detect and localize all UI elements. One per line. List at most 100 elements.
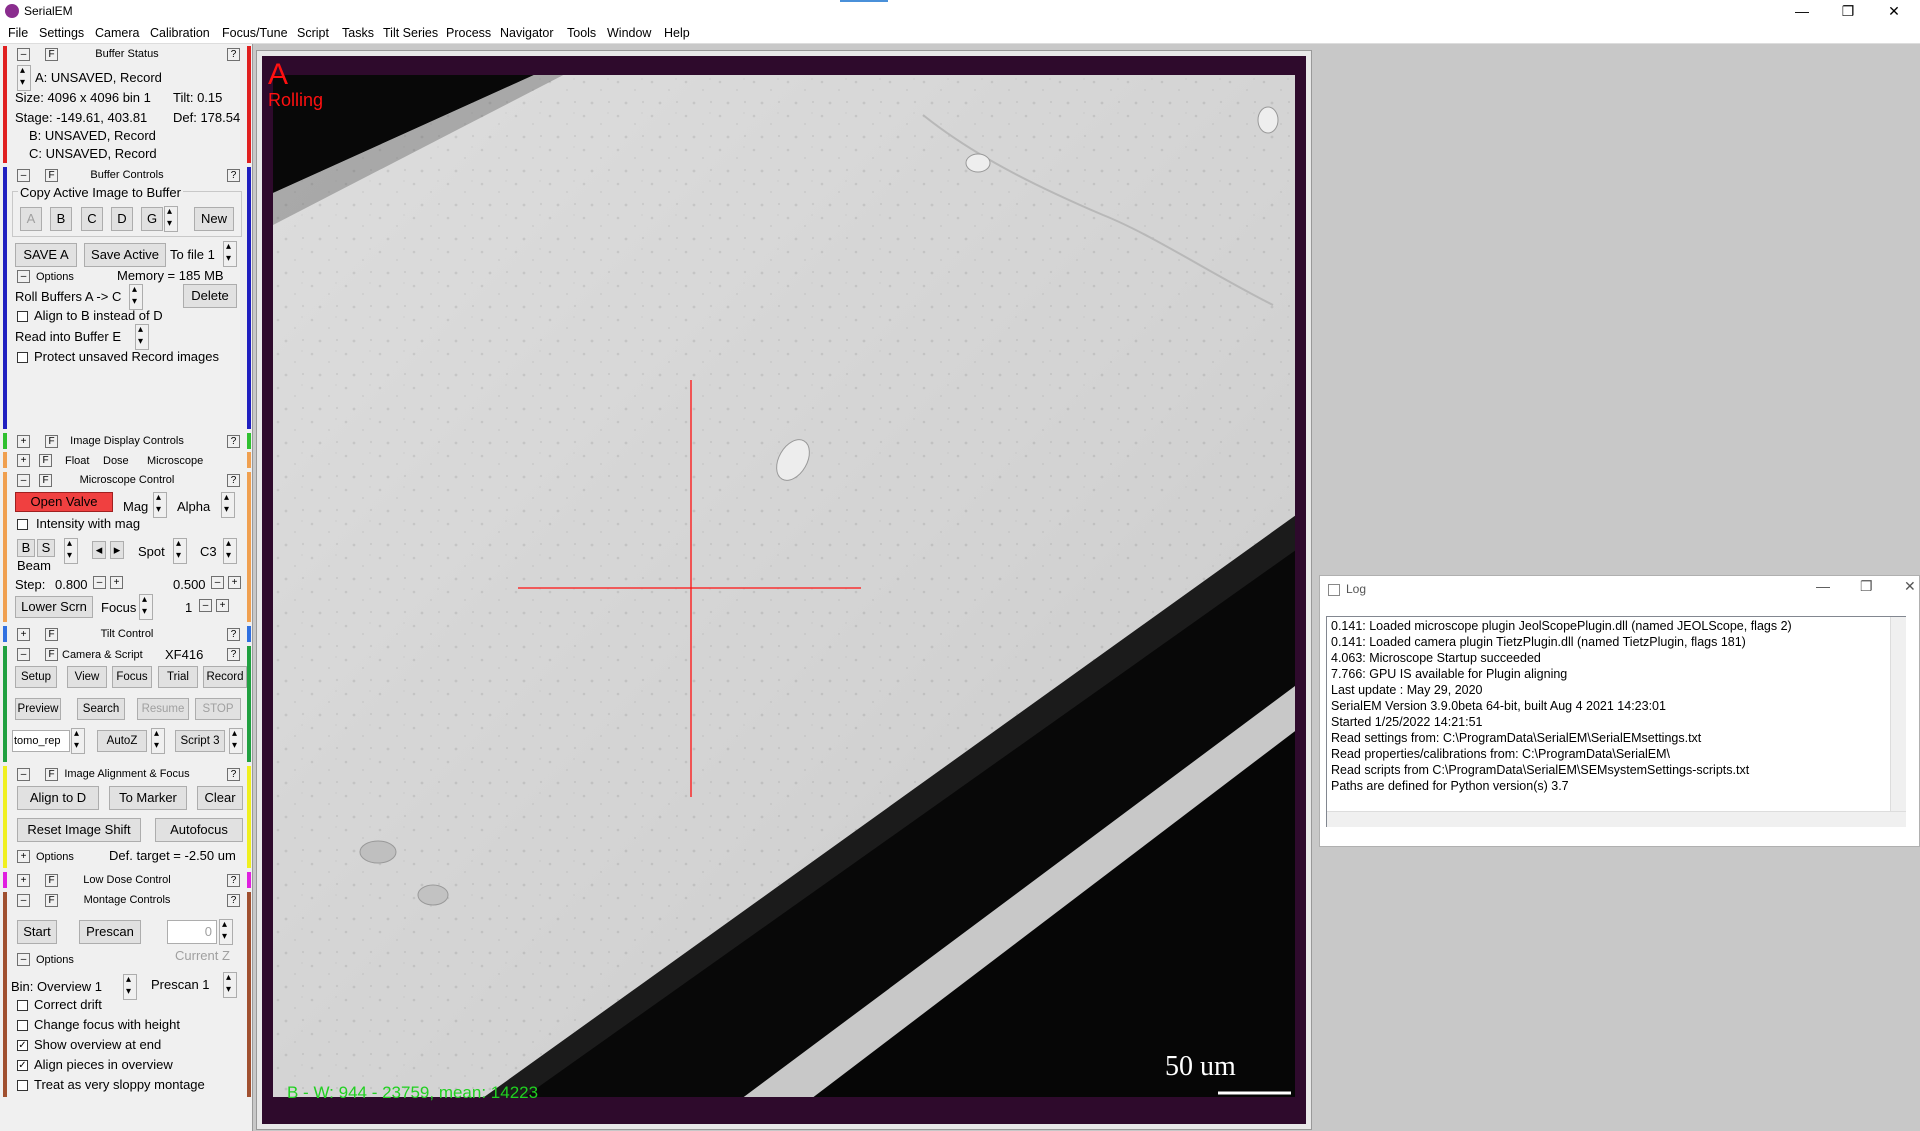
new-buffer-button[interactable]: New — [194, 207, 234, 231]
menu-file[interactable]: File — [8, 26, 28, 40]
copy-b-button[interactable]: B — [50, 207, 72, 231]
beam-b-button[interactable]: B — [17, 539, 35, 557]
expand-button[interactable]: + — [17, 435, 30, 448]
menu-settings[interactable]: Settings — [39, 26, 84, 40]
copy-c-button[interactable]: C — [81, 207, 103, 231]
resume-button[interactable]: Resume — [137, 698, 189, 720]
float-button[interactable]: F — [45, 48, 58, 61]
close-button[interactable]: ✕ — [1872, 0, 1916, 22]
float-button[interactable]: F — [39, 454, 52, 467]
log-close-button[interactable]: ✕ — [1904, 578, 1916, 595]
autoz-spinner[interactable] — [151, 728, 165, 754]
restore-button[interactable]: ❐ — [1826, 0, 1870, 22]
focus-step-increase-button[interactable]: + — [216, 599, 229, 612]
menu-camera[interactable]: Camera — [95, 26, 139, 40]
current-z-spinner[interactable] — [219, 919, 233, 945]
intensity-mag-checkbox[interactable] — [17, 519, 28, 530]
float-button[interactable]: F — [45, 628, 58, 641]
help-button[interactable]: ? — [227, 435, 240, 448]
autofocus-button[interactable]: Autofocus — [155, 818, 243, 842]
current-z-field[interactable]: 0 — [167, 920, 217, 944]
log-restore-button[interactable]: ❐ — [1860, 578, 1873, 595]
menu-tilt-series[interactable]: Tilt Series — [383, 26, 438, 40]
expand-button[interactable]: + — [17, 874, 30, 887]
menu-help[interactable]: Help — [664, 26, 690, 40]
dose-tab[interactable]: Dose — [103, 455, 129, 467]
float-button[interactable]: F — [45, 648, 58, 661]
shift-right-button[interactable]: ▸ — [110, 541, 124, 559]
script3-button[interactable]: Script 3 — [175, 730, 225, 752]
reset-image-shift-button[interactable]: Reset Image Shift — [17, 818, 141, 842]
align-to-d-button[interactable]: Align to D — [17, 786, 99, 810]
c3-spinner[interactable] — [223, 538, 237, 564]
correct-drift-checkbox[interactable] — [17, 1000, 28, 1011]
bin-overview-spinner[interactable] — [123, 974, 137, 1000]
step1-decrease-button[interactable]: – — [93, 576, 106, 589]
menu-process[interactable]: Process — [446, 26, 491, 40]
shift-left-button[interactable]: ◂ — [92, 541, 106, 559]
clear-button[interactable]: Clear — [197, 786, 243, 810]
protect-record-checkbox[interactable] — [17, 352, 28, 363]
copy-d-button[interactable]: D — [111, 207, 133, 231]
sloppy-montage-checkbox[interactable] — [17, 1080, 28, 1091]
alpha-spinner[interactable] — [221, 492, 235, 518]
log-minimize-button[interactable]: — — [1816, 578, 1830, 594]
buffer-spinner[interactable] — [17, 65, 31, 91]
help-button[interactable]: ? — [227, 169, 240, 182]
log-horizontal-scrollbar[interactable] — [1327, 811, 1906, 827]
delete-button[interactable]: Delete — [183, 284, 237, 308]
step1-increase-button[interactable]: + — [110, 576, 123, 589]
collapse-button[interactable]: – — [17, 48, 30, 61]
save-a-button[interactable]: SAVE A — [15, 243, 77, 267]
copy-a-button[interactable]: A — [20, 207, 42, 231]
microscope-tab[interactable]: Microscope — [147, 455, 203, 467]
mag-spinner[interactable] — [153, 492, 167, 518]
collapse-button[interactable]: – — [17, 894, 30, 907]
step2-increase-button[interactable]: + — [228, 576, 241, 589]
menu-window[interactable]: Window — [607, 26, 651, 40]
align-b-checkbox[interactable] — [17, 311, 28, 322]
read-buffer-spinner[interactable] — [135, 324, 149, 350]
menu-navigator[interactable]: Navigator — [500, 26, 554, 40]
menu-tasks[interactable]: Tasks — [342, 26, 374, 40]
collapse-button[interactable]: – — [17, 474, 30, 487]
prescan-button[interactable]: Prescan — [79, 920, 141, 944]
change-focus-checkbox[interactable] — [17, 1020, 28, 1031]
help-button[interactable]: ? — [227, 894, 240, 907]
help-button[interactable]: ? — [227, 48, 240, 61]
focus-step-decrease-button[interactable]: – — [199, 599, 212, 612]
view-button[interactable]: View — [67, 666, 107, 688]
focus-button[interactable]: Focus — [112, 666, 152, 688]
spot-spinner[interactable] — [173, 538, 187, 564]
collapse-button[interactable]: – — [17, 768, 30, 781]
roll-buffers-spinner[interactable] — [129, 284, 143, 310]
beam-spinner[interactable] — [64, 538, 78, 564]
options-expand-button[interactable]: – — [17, 270, 30, 283]
help-button[interactable]: ? — [227, 628, 240, 641]
copy-buffer-spinner[interactable] — [164, 206, 178, 232]
expand-button[interactable]: + — [17, 454, 30, 467]
script3-spinner[interactable] — [229, 728, 243, 754]
to-file-spinner[interactable] — [223, 241, 237, 267]
stop-button[interactable]: STOP — [195, 698, 241, 720]
start-montage-button[interactable]: Start — [17, 920, 57, 944]
record-button[interactable]: Record — [203, 666, 247, 688]
lower-screen-button[interactable]: Lower Scrn — [15, 596, 93, 618]
help-button[interactable]: ? — [227, 474, 240, 487]
preview-button[interactable]: Preview — [15, 698, 61, 720]
step2-decrease-button[interactable]: – — [211, 576, 224, 589]
menu-tools[interactable]: Tools — [567, 26, 596, 40]
float-button[interactable]: F — [45, 874, 58, 887]
align-pieces-checkbox[interactable]: ✓ — [17, 1060, 28, 1071]
log-text-area[interactable]: 0.141: Loaded microscope plugin JeolScop… — [1326, 616, 1906, 827]
expand-button[interactable]: + — [17, 628, 30, 641]
help-button[interactable]: ? — [227, 768, 240, 781]
search-button[interactable]: Search — [77, 698, 125, 720]
beam-s-button[interactable]: S — [37, 539, 55, 557]
prescan-bin-spinner[interactable] — [223, 972, 237, 998]
save-active-button[interactable]: Save Active — [84, 243, 166, 267]
collapse-button[interactable]: – — [17, 648, 30, 661]
float-button[interactable]: F — [45, 894, 58, 907]
menu-script[interactable]: Script — [297, 26, 329, 40]
help-button[interactable]: ? — [227, 648, 240, 661]
